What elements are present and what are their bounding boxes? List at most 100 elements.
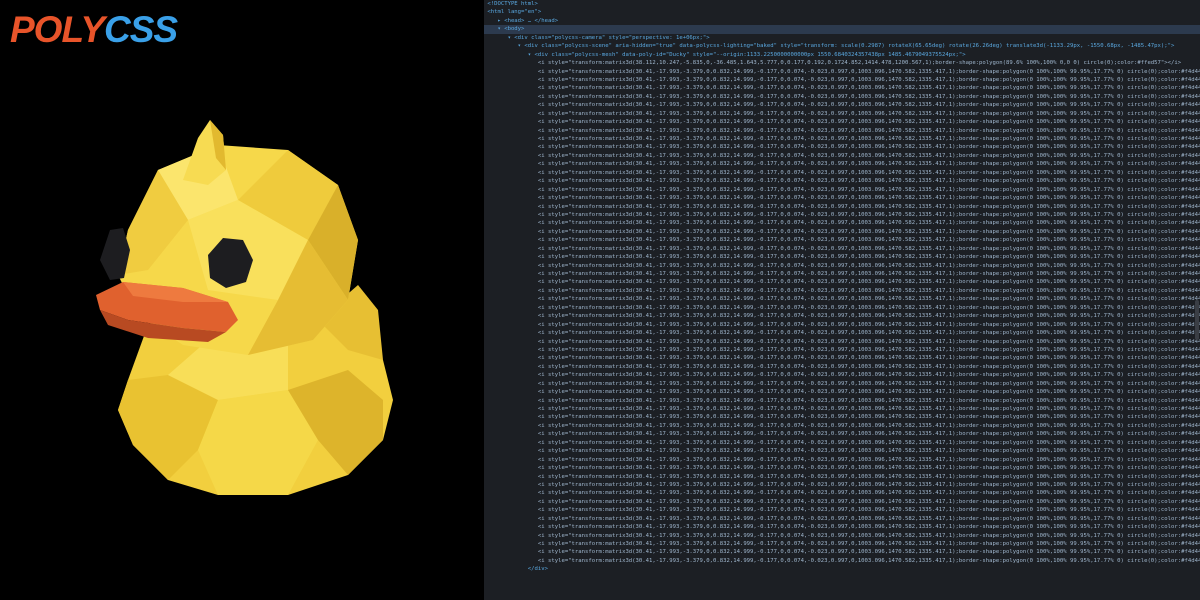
dom-node-line[interactable]: <html lang="en"> — [484, 8, 1200, 16]
dom-node-line[interactable]: <i style="transform:matrix3d(30.41,-17.9… — [484, 312, 1200, 320]
dom-node-line[interactable]: <i style="transform:matrix3d(30.41,-17.9… — [484, 177, 1200, 185]
dom-node-line[interactable]: <i style="transform:matrix3d(30.41,-17.9… — [484, 489, 1200, 497]
dom-node-text: <i style="transform:matrix3d(30.41,-17.9… — [484, 271, 1200, 277]
dom-node-line[interactable]: <i style="transform:matrix3d(30.41,-17.9… — [484, 127, 1200, 135]
dom-node-line[interactable]: <i style="transform:matrix3d(30.41,-17.9… — [484, 481, 1200, 489]
dom-node-text: ▾ <body> — [484, 26, 525, 33]
dom-node-text: <i style="transform:matrix3d(30.41,-17.9… — [484, 152, 1200, 159]
dom-node-text: <i style="transform:matrix3d(30.41,-17.9… — [484, 161, 1200, 168]
dom-node-line[interactable]: <i style="transform:matrix3d(30.41,-17.9… — [484, 473, 1200, 481]
dom-node-text: <i style="transform:matrix3d(30.41,-17.9… — [484, 85, 1200, 92]
dom-node-line[interactable]: <i style="transform:matrix3d(30.41,-17.9… — [484, 253, 1200, 261]
dom-node-line[interactable]: <i style="transform:matrix3d(30.41,-17.9… — [484, 380, 1200, 388]
dom-node-line[interactable]: <i style="transform:matrix3d(30.41,-17.9… — [484, 523, 1200, 531]
dom-node-line[interactable]: <i style="transform:matrix3d(30.41,-17.9… — [484, 186, 1200, 194]
dom-node-line[interactable]: <i style="transform:matrix3d(30.41,-17.9… — [484, 456, 1200, 464]
dom-node-text: <i style="transform:matrix3d(30.41,-17.9… — [484, 254, 1200, 261]
dom-node-text: <i style="transform:matrix3d(30.41,-17.9… — [484, 102, 1200, 109]
dom-node-line[interactable]: ▸ <head> … </head> — [484, 17, 1200, 25]
scrollbar-thumb[interactable] — [1195, 300, 1199, 340]
dom-node-line[interactable]: <i style="transform:matrix3d(30.41,-17.9… — [484, 557, 1200, 565]
dom-node-line[interactable]: ▾ <div class="polycss-mesh" data-poly-id… — [484, 51, 1200, 59]
dom-node-text: <i style="transform:matrix3d(30.41,-17.9… — [484, 220, 1200, 227]
dom-node-line[interactable]: <i style="transform:matrix3d(30.41,-17.9… — [484, 540, 1200, 548]
dom-node-line[interactable]: <i style="transform:matrix3d(30.41,-17.9… — [484, 498, 1200, 506]
render-viewport: POLYCSS — [0, 0, 484, 600]
dom-node-text: <i style="transform:matrix3d(30.41,-17.9… — [484, 389, 1200, 396]
dom-node-line[interactable]: <i style="transform:matrix3d(30.41,-17.9… — [484, 464, 1200, 472]
dom-node-line[interactable]: <i style="transform:matrix3d(30.41,-17.9… — [484, 422, 1200, 430]
dom-node-line[interactable]: <i style="transform:matrix3d(30.41,-17.9… — [484, 219, 1200, 227]
logo-css-text: CSS — [104, 9, 178, 50]
dom-node-line[interactable]: ▾ <div class="polycss-camera" style="per… — [484, 34, 1200, 42]
dom-node-line[interactable]: <i style="transform:matrix3d(30.41,-17.9… — [484, 397, 1200, 405]
dom-node-text: <i style="transform:matrix3d(30.41,-17.9… — [484, 68, 1200, 75]
dom-node-line[interactable]: <i style="transform:matrix3d(30.41,-17.9… — [484, 354, 1200, 362]
dom-node-line[interactable]: ▾ <div class="polycss-scene" aria-hidden… — [484, 42, 1200, 50]
dom-node-line[interactable]: <i style="transform:matrix3d(30.41,-17.9… — [484, 245, 1200, 253]
dom-node-line[interactable]: <i style="transform:matrix3d(30.41,-17.9… — [484, 371, 1200, 379]
dom-node-line[interactable]: <i style="transform:matrix3d(30.41,-17.9… — [484, 152, 1200, 160]
dom-node-text: <i style="transform:matrix3d(30.41,-17.9… — [484, 515, 1200, 522]
dom-node-text: <i style="transform:matrix3d(30.41,-17.9… — [484, 237, 1200, 244]
dom-node-text: <i style="transform:matrix3d(30.41,-17.9… — [484, 296, 1200, 303]
dom-node-text: <i style="transform:matrix3d(30.41,-17.9… — [484, 330, 1200, 337]
dom-node-line[interactable]: <i style="transform:matrix3d(30.41,-17.9… — [484, 338, 1200, 346]
polycss-logo[interactable]: POLYCSS — [10, 9, 178, 50]
dom-node-line[interactable]: <i style="transform:matrix3d(30.41,-17.9… — [484, 118, 1200, 126]
dom-node-text: <i style="transform:matrix3d(30.41,-17.9… — [484, 203, 1200, 210]
dom-node-text: <i style="transform:matrix3d(30.41,-17.9… — [484, 279, 1200, 286]
rubber-duck-3d-model[interactable] — [88, 110, 408, 510]
dom-node-line[interactable]: <i style="transform:matrix3d(30.41,-17.9… — [484, 76, 1200, 84]
dom-node-line[interactable]: <i style="transform:matrix3d(30.41,-17.9… — [484, 262, 1200, 270]
devtools-elements-panel[interactable]: <!DOCTYPE html> <html lang="en"> ▸ <head… — [484, 0, 1200, 600]
dom-node-line[interactable]: <i style="transform:matrix3d(30.41,-17.9… — [484, 413, 1200, 421]
dom-node-line[interactable]: <i style="transform:matrix3d(30.41,-17.9… — [484, 430, 1200, 438]
dom-node-line[interactable]: <i style="transform:matrix3d(30.41,-17.9… — [484, 532, 1200, 540]
dom-node-line[interactable]: <i style="transform:matrix3d(30.41,-17.9… — [484, 548, 1200, 556]
dom-node-line[interactable]: <i style="transform:matrix3d(30.41,-17.9… — [484, 515, 1200, 523]
dom-tree[interactable]: <!DOCTYPE html> <html lang="en"> ▸ <head… — [484, 0, 1200, 574]
dom-node-line[interactable]: <i style="transform:matrix3d(30.41,-17.9… — [484, 194, 1200, 202]
dom-node-line[interactable]: <i style="transform:matrix3d(30.41,-17.9… — [484, 388, 1200, 396]
dom-node-line[interactable]: <i style="transform:matrix3d(30.41,-17.9… — [484, 287, 1200, 295]
dom-node-text: <i style="transform:matrix3d(30.41,-17.9… — [484, 473, 1200, 480]
dom-node-line[interactable]: <i style="transform:matrix3d(30.41,-17.9… — [484, 304, 1200, 312]
dom-node-line[interactable]: <i style="transform:matrix3d(30.41,-17.9… — [484, 405, 1200, 413]
dom-node-line[interactable]: <i style="transform:matrix3d(30.41,-17.9… — [484, 135, 1200, 143]
dom-node-line[interactable]: <i style="transform:matrix3d(30.41,-17.9… — [484, 439, 1200, 447]
dom-node-line[interactable]: <i style="transform:matrix3d(30.41,-17.9… — [484, 228, 1200, 236]
dom-node-line[interactable]: <i style="transform:matrix3d(30.41,-17.9… — [484, 68, 1200, 76]
dom-node-text: <i style="transform:matrix3d(30.41,-17.9… — [484, 557, 1200, 564]
dom-node-line[interactable]: <i style="transform:matrix3d(30.41,-17.9… — [484, 84, 1200, 92]
dom-node-line[interactable]: <!DOCTYPE html> — [484, 0, 1200, 8]
dom-node-line[interactable]: <i style="transform:matrix3d(30.41,-17.9… — [484, 110, 1200, 118]
dom-node-line[interactable]: <i style="transform:matrix3d(30.41,-17.9… — [484, 143, 1200, 151]
dom-node-line[interactable]: <i style="transform:matrix3d(30.41,-17.9… — [484, 278, 1200, 286]
logo-poly-text: POLY — [10, 9, 105, 50]
dom-node-line[interactable]: <i style="transform:matrix3d(30.41,-17.9… — [484, 93, 1200, 101]
dom-node-line[interactable]: ▾ <body> — [484, 25, 1200, 34]
dom-node-line[interactable]: <i style="transform:matrix3d(30.41,-17.9… — [484, 160, 1200, 168]
dom-node-text: <i style="transform:matrix3d(30.41,-17.9… — [484, 406, 1200, 412]
dom-node-line[interactable]: <i style="transform:matrix3d(30.41,-17.9… — [484, 295, 1200, 303]
dom-node-line[interactable]: <i style="transform:matrix3d(30.41,-17.9… — [484, 329, 1200, 337]
dom-node-line[interactable]: <i style="transform:matrix3d(30.41,-17.9… — [484, 447, 1200, 455]
dom-node-line[interactable]: </div> — [484, 565, 1200, 573]
dom-node-text: <i style="transform:matrix3d(30.41,-17.9… — [484, 178, 1200, 185]
dom-node-line[interactable]: <i style="transform:matrix3d(30.41,-17.9… — [484, 506, 1200, 514]
dom-node-line[interactable]: <i style="transform:matrix3d(30.41,-17.9… — [484, 321, 1200, 329]
dom-node-text: <i style="transform:matrix3d(30.41,-17.9… — [484, 490, 1200, 497]
dom-node-line[interactable]: <i style="transform:matrix3d(30.41,-17.9… — [484, 270, 1200, 278]
dom-node-line[interactable]: <i style="transform:matrix3d(38.112,10.2… — [484, 59, 1200, 67]
dom-node-line[interactable]: <i style="transform:matrix3d(30.41,-17.9… — [484, 211, 1200, 219]
dom-node-text: <i style="transform:matrix3d(30.41,-17.9… — [484, 136, 1200, 142]
dom-node-line[interactable]: <i style="transform:matrix3d(30.41,-17.9… — [484, 203, 1200, 211]
dom-node-line[interactable]: <i style="transform:matrix3d(30.41,-17.9… — [484, 236, 1200, 244]
dom-node-text: <i style="transform:matrix3d(30.41,-17.9… — [484, 355, 1200, 362]
dom-node-line[interactable]: <i style="transform:matrix3d(30.41,-17.9… — [484, 169, 1200, 177]
dom-node-line[interactable]: <i style="transform:matrix3d(30.41,-17.9… — [484, 363, 1200, 371]
dom-node-line[interactable]: <i style="transform:matrix3d(30.41,-17.9… — [484, 346, 1200, 354]
dom-node-line[interactable]: <i style="transform:matrix3d(30.41,-17.9… — [484, 101, 1200, 109]
dom-node-text: <i style="transform:matrix3d(30.41,-17.9… — [484, 186, 1200, 193]
